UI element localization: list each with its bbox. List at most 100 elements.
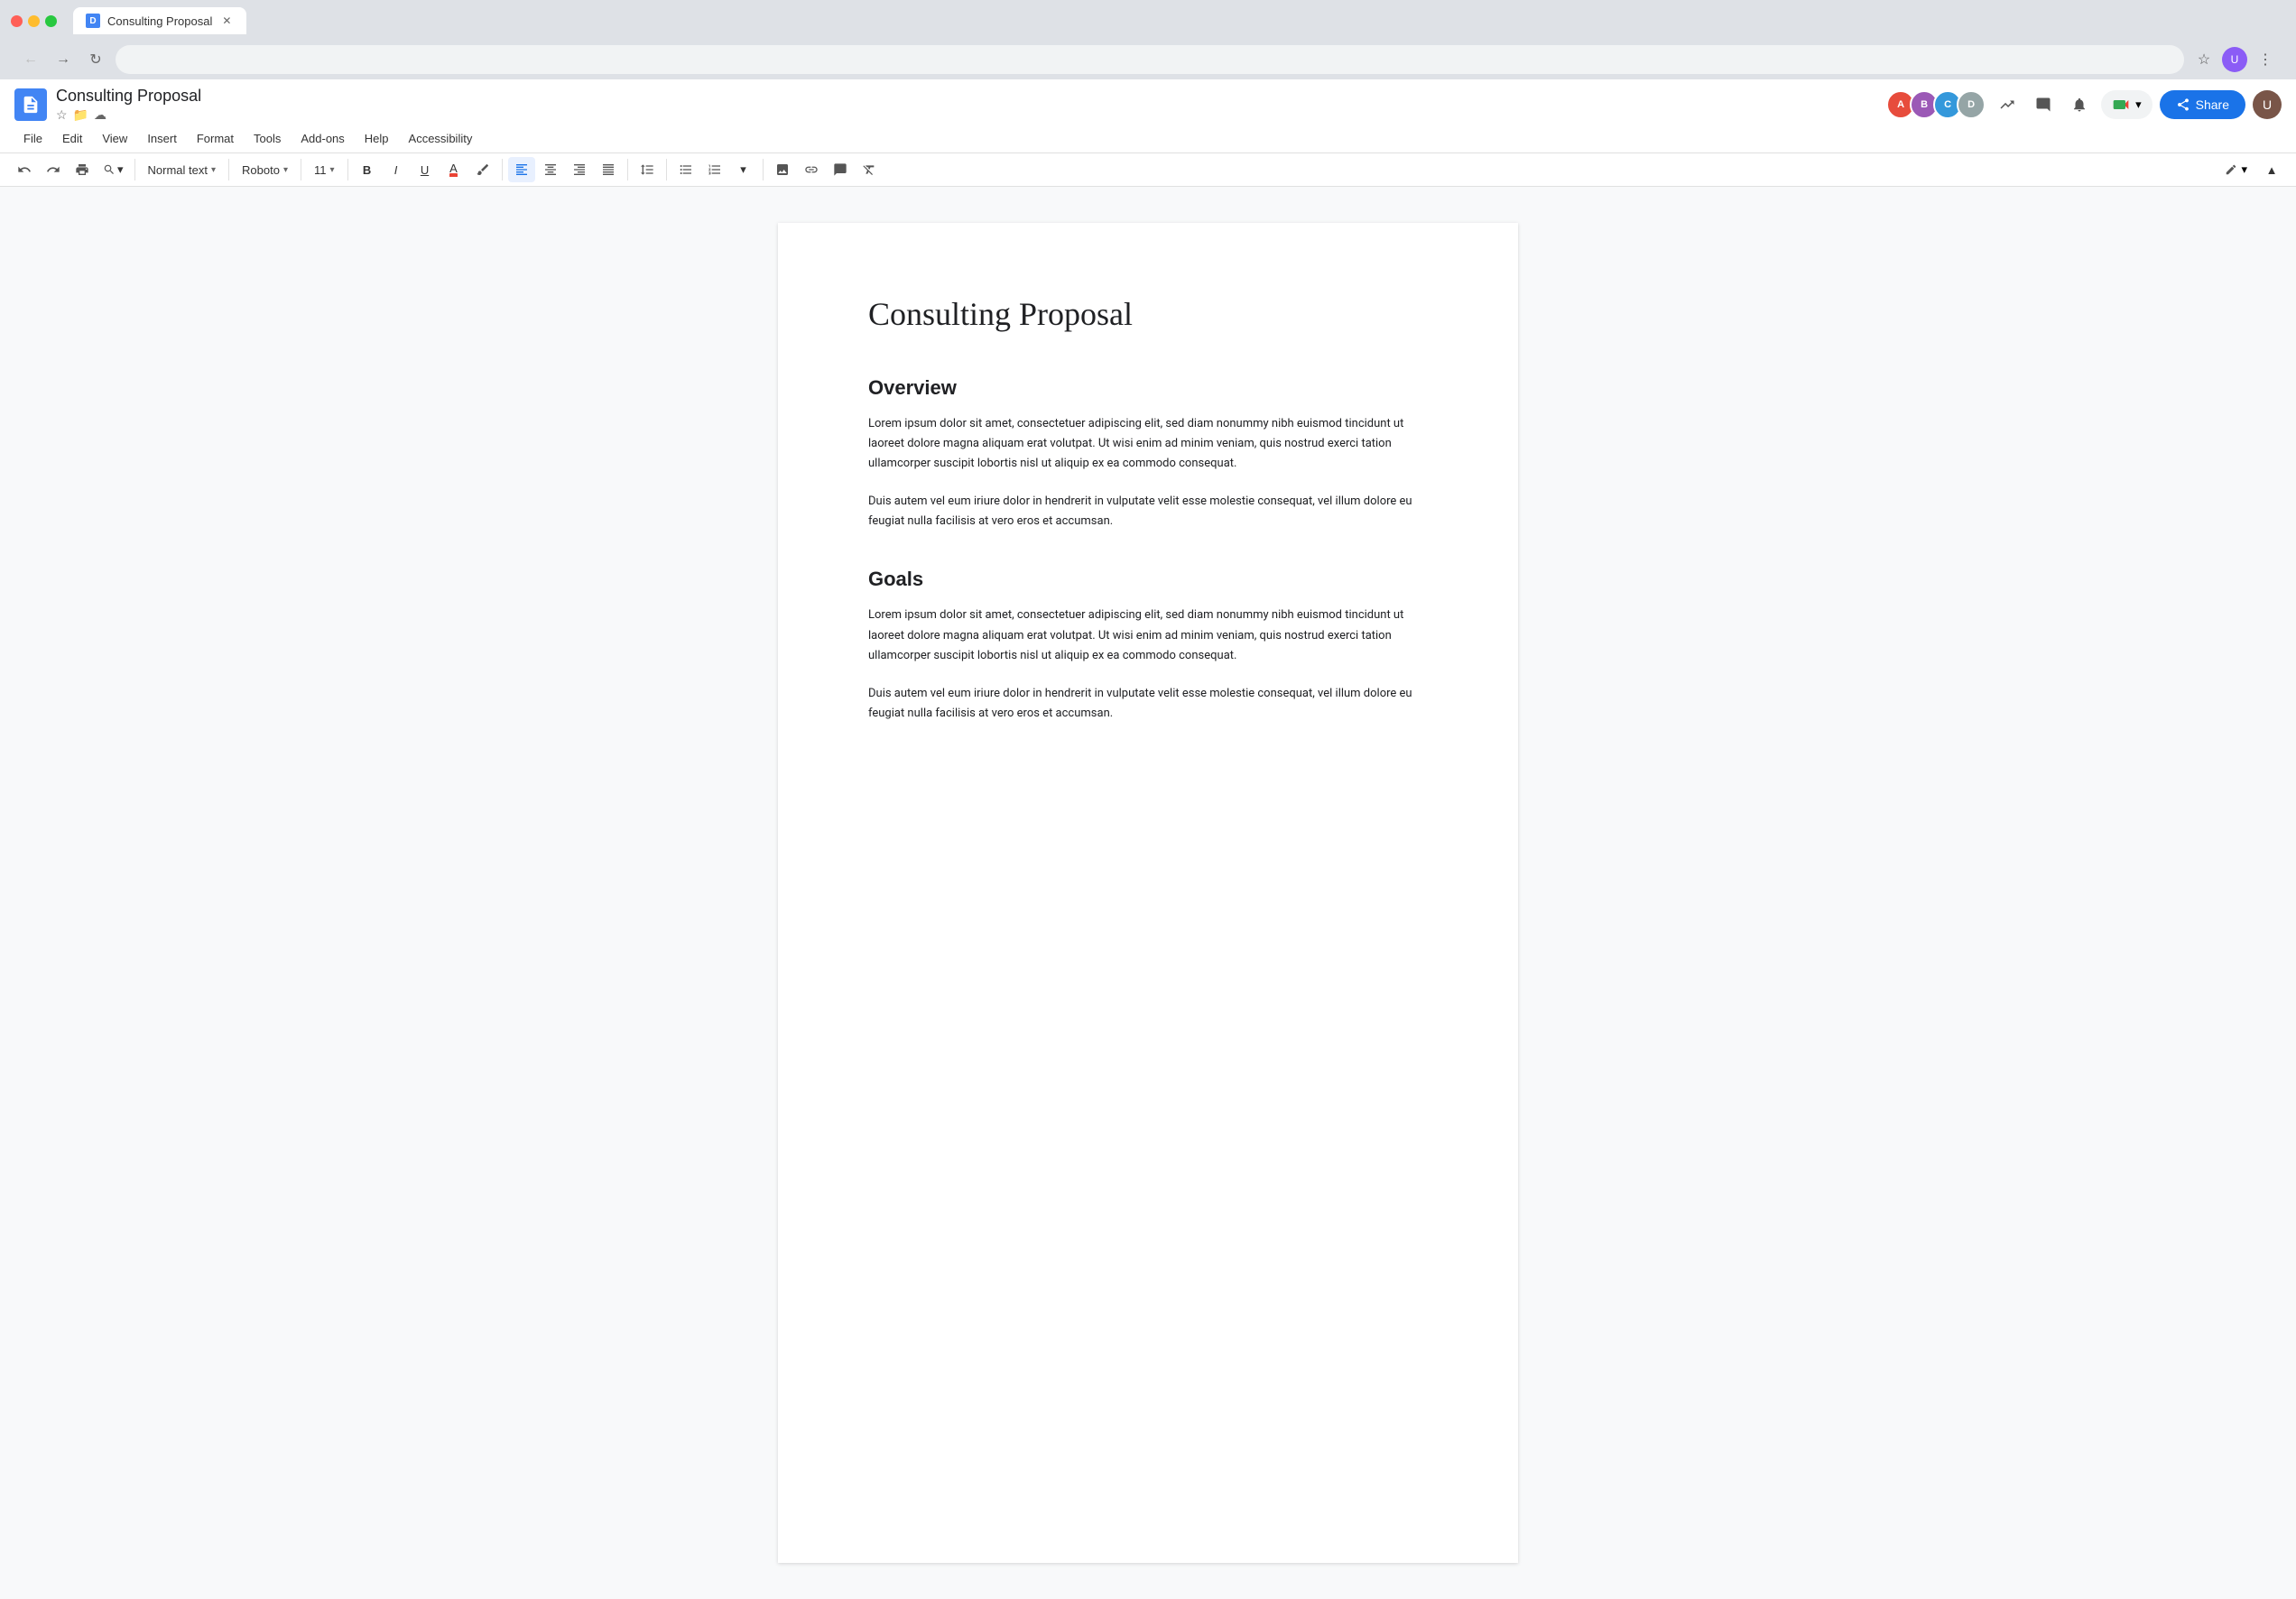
reload-button[interactable]: ↻ bbox=[83, 47, 108, 72]
italic-button[interactable]: I bbox=[383, 157, 410, 182]
insert-image-button[interactable] bbox=[769, 157, 796, 182]
print-button[interactable] bbox=[69, 157, 96, 182]
editing-mode-button[interactable]: ▾ bbox=[2216, 159, 2256, 180]
close-button[interactable] bbox=[11, 15, 23, 27]
clear-format-button[interactable] bbox=[856, 157, 883, 182]
menu-accessibility[interactable]: Accessibility bbox=[400, 128, 482, 149]
folder-icon[interactable]: 📁 bbox=[73, 107, 88, 123]
menu-tools[interactable]: Tools bbox=[245, 128, 290, 149]
zoom-button[interactable]: ▾ bbox=[97, 160, 129, 180]
minimize-button[interactable] bbox=[28, 15, 40, 27]
bullet-list-button[interactable] bbox=[672, 157, 699, 182]
user-avatar[interactable]: U bbox=[2253, 90, 2282, 119]
comments-button[interactable] bbox=[2029, 90, 2058, 119]
text-style-dropdown[interactable]: Normal text ▾ bbox=[141, 161, 224, 180]
doc-section-goals: Goals Lorem ipsum dolor sit amet, consec… bbox=[868, 568, 1428, 723]
app: Consulting Proposal ☆ 📁 ☁ A B C D bbox=[0, 79, 2296, 1599]
browser-actions: ☆ U ⋮ bbox=[2191, 47, 2278, 72]
sep-6 bbox=[627, 159, 628, 180]
justify-button[interactable] bbox=[595, 157, 622, 182]
notification-button[interactable] bbox=[2065, 90, 2094, 119]
sep-8 bbox=[763, 159, 764, 180]
formatting-toolbar: ▾ Normal text ▾ Roboto ▾ 11 ▾ B bbox=[0, 153, 2296, 186]
overview-para-1: Lorem ipsum dolor sit amet, consectetuer… bbox=[868, 414, 1428, 474]
text-color-button[interactable]: A bbox=[440, 157, 468, 182]
underline-button[interactable]: U bbox=[412, 157, 439, 182]
doc-section-overview: Overview Lorem ipsum dolor sit amet, con… bbox=[868, 376, 1428, 531]
menu-insert[interactable]: Insert bbox=[138, 128, 186, 149]
doc-title-group: Consulting Proposal ☆ 📁 ☁ bbox=[56, 87, 201, 123]
line-spacing-button[interactable] bbox=[634, 157, 661, 182]
tab-favicon: D bbox=[86, 14, 100, 28]
doc-container: Consulting Proposal Overview Lorem ipsum… bbox=[0, 187, 2296, 1599]
section-title-overview: Overview bbox=[868, 376, 1428, 400]
highlight-button[interactable] bbox=[469, 157, 496, 182]
more-options-button[interactable]: ⋮ bbox=[2253, 47, 2278, 72]
show-more-button[interactable]: ▲ bbox=[2258, 157, 2285, 182]
text-style-arrow: ▾ bbox=[211, 165, 216, 175]
browser-chrome: D Consulting Proposal ✕ ← → ↻ ☆ U ⋮ bbox=[0, 0, 2296, 79]
overview-para-2: Duis autem vel eum iriure dolor in hendr… bbox=[868, 492, 1428, 531]
star-icon[interactable]: ☆ bbox=[56, 107, 68, 123]
bookmark-button[interactable]: ☆ bbox=[2191, 47, 2217, 72]
browser-profile-avatar[interactable]: U bbox=[2222, 47, 2247, 72]
goals-para-2: Duis autem vel eum iriure dolor in hendr… bbox=[868, 684, 1428, 724]
maximize-button[interactable] bbox=[45, 15, 57, 27]
doc-page: Consulting Proposal Overview Lorem ipsum… bbox=[778, 223, 1518, 1563]
meet-label: ▾ bbox=[2135, 97, 2142, 112]
text-color-label: A bbox=[449, 162, 458, 177]
numbered-list-button[interactable] bbox=[701, 157, 728, 182]
font-size-label: 11 bbox=[314, 163, 327, 177]
menu-addons[interactable]: Add-ons bbox=[292, 128, 353, 149]
doc-main-title: Consulting Proposal bbox=[868, 295, 1428, 333]
app-title-left: Consulting Proposal ☆ 📁 ☁ bbox=[14, 87, 201, 123]
address-bar-row: ← → ↻ ☆ U ⋮ bbox=[11, 40, 2285, 79]
menu-format[interactable]: Format bbox=[188, 128, 243, 149]
align-center-button[interactable] bbox=[537, 157, 564, 182]
list-indent-button[interactable]: ▾ bbox=[730, 157, 757, 182]
sep-7 bbox=[666, 159, 667, 180]
cloud-icon[interactable]: ☁ bbox=[94, 107, 106, 123]
app-title-right: A B C D bbox=[1886, 90, 2282, 119]
menu-bar: File Edit View Insert Format Tools Add-o… bbox=[0, 126, 2296, 153]
bold-label: B bbox=[363, 163, 371, 177]
share-button[interactable]: Share bbox=[2160, 90, 2245, 119]
goals-para-1: Lorem ipsum dolor sit amet, consectetuer… bbox=[868, 605, 1428, 665]
doc-title-icons: ☆ 📁 ☁ bbox=[56, 107, 201, 123]
app-title-row: Consulting Proposal ☆ 📁 ☁ A B C D bbox=[0, 79, 2296, 126]
tab-title: Consulting Proposal bbox=[107, 14, 212, 28]
sep-2 bbox=[228, 159, 229, 180]
insert-link-button[interactable] bbox=[798, 157, 825, 182]
underline-label: U bbox=[421, 163, 429, 177]
forward-button[interactable]: → bbox=[51, 47, 76, 72]
meet-button[interactable]: ▾ bbox=[2101, 90, 2152, 119]
align-right-button[interactable] bbox=[566, 157, 593, 182]
align-left-button[interactable] bbox=[508, 157, 535, 182]
font-arrow: ▾ bbox=[283, 165, 288, 175]
sep-4 bbox=[347, 159, 348, 180]
undo-button[interactable] bbox=[11, 157, 38, 182]
menu-view[interactable]: View bbox=[93, 128, 136, 149]
font-dropdown[interactable]: Roboto ▾ bbox=[235, 161, 295, 180]
share-label: Share bbox=[2196, 97, 2229, 112]
collab-avatar-4: D bbox=[1957, 90, 1986, 119]
back-button[interactable]: ← bbox=[18, 47, 43, 72]
font-label: Roboto bbox=[242, 163, 280, 177]
doc-title[interactable]: Consulting Proposal bbox=[56, 87, 201, 106]
menu-edit[interactable]: Edit bbox=[53, 128, 91, 149]
analytics-button[interactable] bbox=[1993, 90, 2022, 119]
doc-area[interactable]: Consulting Proposal Overview Lorem ipsum… bbox=[0, 187, 2296, 1599]
font-size-dropdown[interactable]: 11 ▾ bbox=[307, 161, 342, 180]
menu-file[interactable]: File bbox=[14, 128, 51, 149]
zoom-label: ▾ bbox=[117, 162, 124, 177]
font-size-arrow: ▾ bbox=[329, 165, 334, 175]
menu-help[interactable]: Help bbox=[356, 128, 398, 149]
app-header: Consulting Proposal ☆ 📁 ☁ A B C D bbox=[0, 79, 2296, 187]
bold-button[interactable]: B bbox=[354, 157, 381, 182]
redo-button[interactable] bbox=[40, 157, 67, 182]
insert-comment-button[interactable] bbox=[827, 157, 854, 182]
browser-tab[interactable]: D Consulting Proposal ✕ bbox=[73, 7, 246, 34]
tab-close-button[interactable]: ✕ bbox=[219, 14, 234, 28]
docs-app-icon bbox=[14, 88, 47, 121]
address-bar[interactable] bbox=[116, 45, 2184, 74]
